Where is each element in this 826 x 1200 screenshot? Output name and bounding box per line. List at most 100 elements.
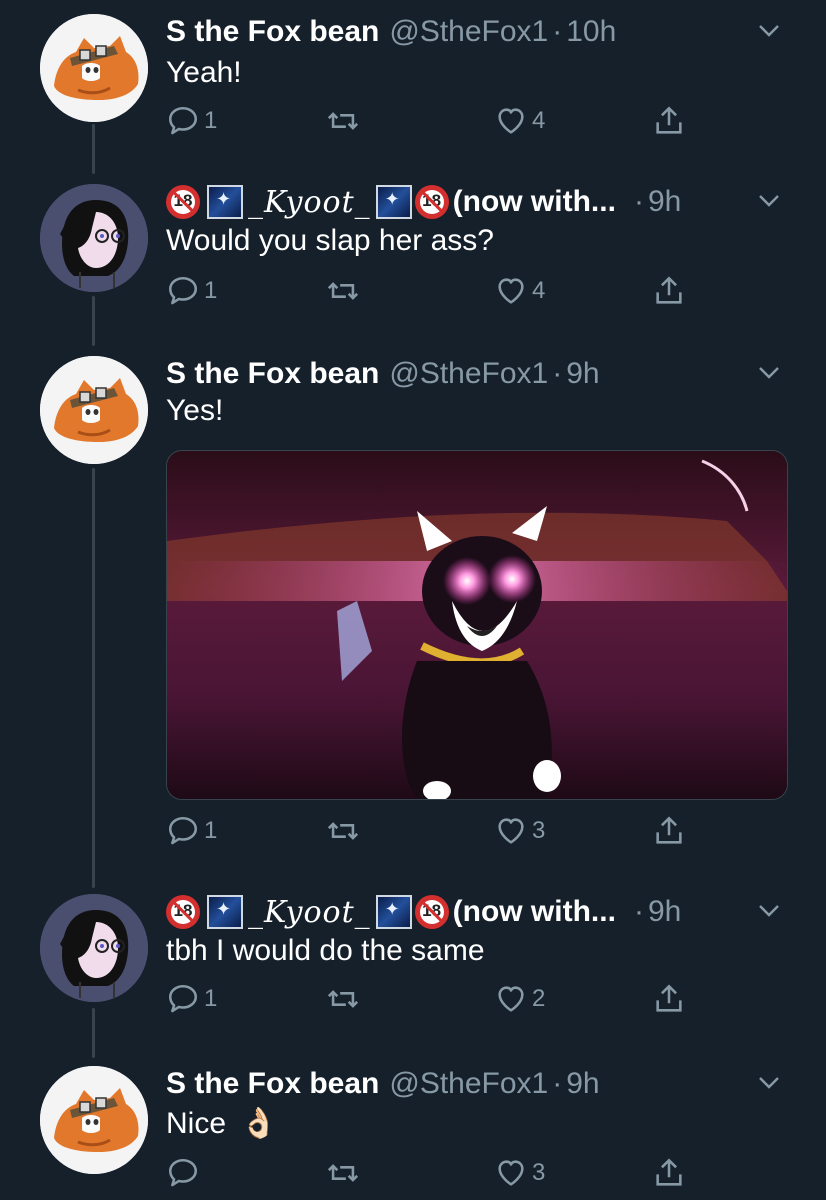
timestamp[interactable]: 9h <box>566 1067 599 1101</box>
author-handle[interactable]: @StheFox1 <box>389 357 548 391</box>
reply-button[interactable]: 1 <box>166 274 217 308</box>
tweet[interactable]: S the Fox bean @StheFox1 · 10h Yeah! 1 4 <box>0 6 826 166</box>
heart-icon <box>494 1156 528 1190</box>
tweet-actions: 1 2 <box>166 982 706 1026</box>
share-icon <box>652 1156 686 1190</box>
like-count: 3 <box>532 817 546 844</box>
kyoot-avatar-image <box>40 894 148 1002</box>
like-count: 4 <box>532 107 546 134</box>
heart-icon <box>494 274 528 308</box>
tweet-text-container: Nice 👌🏻 <box>166 1106 278 1141</box>
fox-avatar-image <box>40 14 148 122</box>
avatar[interactable] <box>40 1066 148 1174</box>
reply-icon <box>166 814 200 848</box>
chevron-down-icon[interactable] <box>752 16 786 46</box>
chevron-down-icon[interactable] <box>752 1068 786 1098</box>
tweet-actions: 1 3 <box>166 814 706 858</box>
retweet-icon <box>326 104 360 138</box>
share-button[interactable] <box>652 982 686 1016</box>
tweet-header: S the Fox bean @StheFox1 · 9h <box>166 1064 786 1104</box>
share-icon <box>652 274 686 308</box>
author-handle[interactable]: @StheFox1 <box>389 1067 548 1101</box>
reply-button[interactable]: 1 <box>166 104 217 138</box>
reply-count: 1 <box>204 107 218 134</box>
like-button[interactable]: 4 <box>494 104 545 138</box>
avatar[interactable] <box>40 894 148 1002</box>
retweet-button[interactable] <box>326 104 364 138</box>
retweet-icon <box>326 274 360 308</box>
chevron-down-icon[interactable] <box>752 358 786 388</box>
like-button[interactable]: 4 <box>494 274 545 308</box>
reply-count: 1 <box>204 817 218 844</box>
retweet-button[interactable] <box>326 982 364 1016</box>
fox-avatar-image <box>40 1066 148 1174</box>
share-icon <box>652 814 686 848</box>
reply-button[interactable] <box>166 1156 204 1190</box>
author-name[interactable]: S the Fox bean <box>166 357 379 391</box>
no-under-18-icon: 18 <box>414 185 449 219</box>
reply-icon <box>166 1156 200 1190</box>
author-name[interactable]: S the Fox bean <box>166 15 379 49</box>
tweet-media[interactable] <box>166 450 788 800</box>
retweet-button[interactable] <box>326 814 364 848</box>
tweet[interactable]: S the Fox bean @StheFox1 · 9h Nice 👌🏻 3 <box>0 1058 826 1200</box>
kyoot-avatar-image <box>40 184 148 292</box>
dog-laser-eyes-image <box>167 451 787 799</box>
author-name-suffix[interactable]: (now with... <box>453 895 616 929</box>
avatar[interactable] <box>40 356 148 464</box>
tweet-actions: 1 4 <box>166 104 706 148</box>
timestamp[interactable]: 9h <box>566 357 599 391</box>
separator: · <box>633 185 644 218</box>
reply-icon <box>166 982 200 1016</box>
timestamp[interactable]: 9h <box>648 185 681 219</box>
share-icon <box>652 104 686 138</box>
tweet-text: Nice <box>166 1107 227 1140</box>
author-name-suffix[interactable]: (now with... <box>453 185 616 219</box>
tweet[interactable]: 18 _Kyoot_ 18 (now with... · 9h Would yo… <box>0 176 826 336</box>
timestamp[interactable]: 10h <box>566 15 616 49</box>
timestamp[interactable]: 9h <box>648 895 681 929</box>
milky-way-icon <box>375 895 412 929</box>
separator: · <box>552 15 563 48</box>
milky-way-icon <box>207 185 243 219</box>
chevron-down-icon[interactable] <box>752 186 786 216</box>
tweet-text: Yeah! <box>166 56 242 89</box>
author-name[interactable]: S the Fox bean <box>166 1067 379 1101</box>
like-count: 4 <box>532 277 546 304</box>
like-button[interactable]: 3 <box>494 814 545 848</box>
reply-button[interactable]: 1 <box>166 982 217 1016</box>
share-button[interactable] <box>652 104 686 138</box>
fox-avatar-image <box>40 356 148 464</box>
like-button[interactable]: 2 <box>494 982 545 1016</box>
heart-icon <box>494 814 528 848</box>
share-button[interactable] <box>652 1156 686 1190</box>
share-button[interactable] <box>652 814 686 848</box>
tweet-text: Yes! <box>166 394 224 427</box>
reply-icon <box>166 274 200 308</box>
milky-way-icon <box>207 895 243 929</box>
like-button[interactable]: 3 <box>494 1156 545 1190</box>
reply-button[interactable]: 1 <box>166 814 217 848</box>
like-count: 2 <box>532 985 546 1012</box>
avatar[interactable] <box>40 14 148 122</box>
tweet-actions: 1 4 <box>166 274 706 318</box>
milky-way-icon <box>375 185 412 219</box>
share-icon <box>652 982 686 1016</box>
share-button[interactable] <box>652 274 686 308</box>
tweet[interactable]: 18 _Kyoot_ 18 (now with... · 9h tbh I wo… <box>0 886 826 1046</box>
tweet-actions: 3 <box>166 1156 706 1200</box>
tweet-header: 18 _Kyoot_ 18 (now with... · 9h <box>166 892 786 932</box>
author-name[interactable]: _Kyoot_ <box>248 895 371 930</box>
chevron-down-icon[interactable] <box>752 896 786 926</box>
separator: · <box>552 357 563 390</box>
reply-icon <box>166 104 200 138</box>
author-handle[interactable]: @StheFox1 <box>389 15 548 49</box>
avatar[interactable] <box>40 184 148 292</box>
like-count: 3 <box>532 1159 546 1186</box>
retweet-button[interactable] <box>326 1156 364 1190</box>
retweet-icon <box>326 1156 360 1190</box>
author-name[interactable]: _Kyoot_ <box>248 185 371 220</box>
reply-count: 1 <box>204 985 218 1012</box>
retweet-button[interactable] <box>326 274 364 308</box>
no-under-18-icon: 18 <box>166 185 200 219</box>
